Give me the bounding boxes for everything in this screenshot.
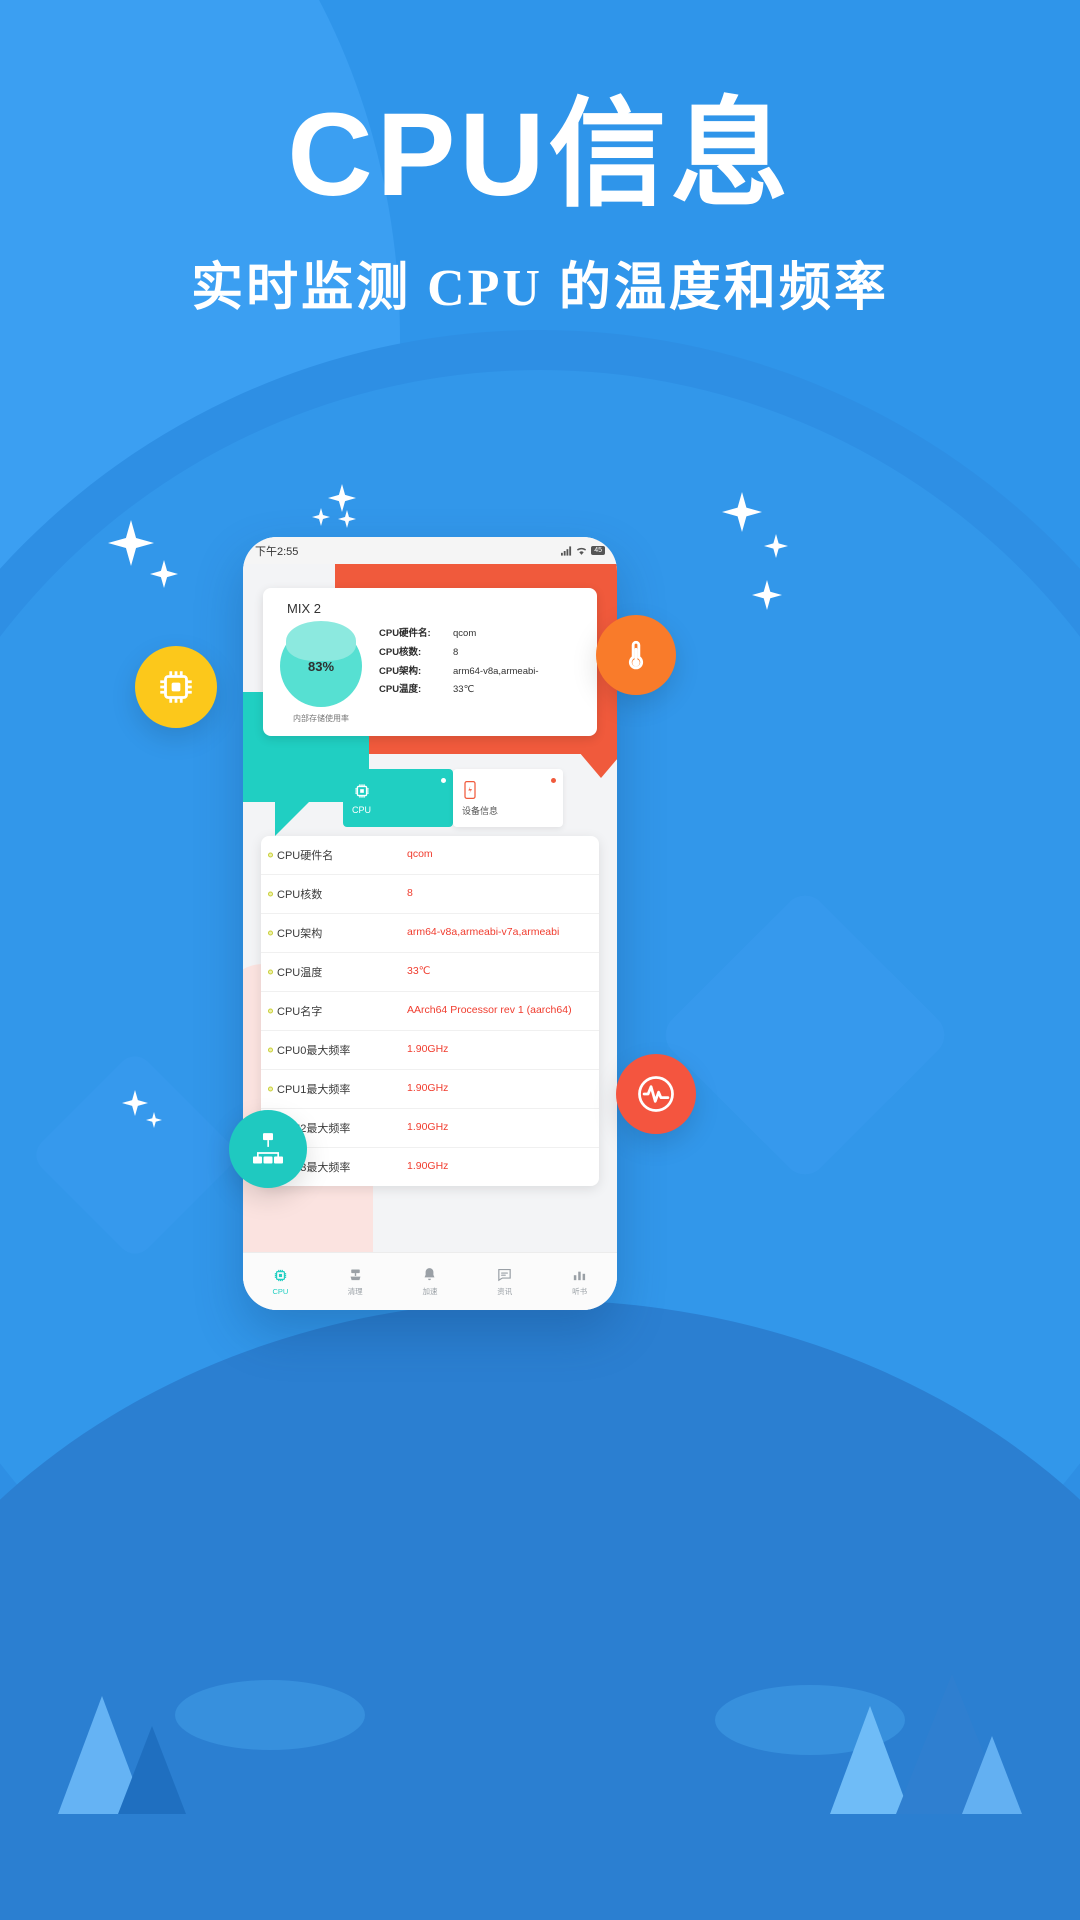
nav-item-boost[interactable]: 加速 xyxy=(393,1253,468,1310)
detail-value: 1.90GHz xyxy=(407,1160,449,1173)
storage-gauge: 83% xyxy=(280,621,362,707)
hierarchy-icon xyxy=(253,1133,283,1164)
chip-icon xyxy=(274,1269,287,1282)
summary-value: 33℃ xyxy=(453,684,475,696)
detail-key: CPU0最大频率 xyxy=(277,1045,351,1057)
wifi-icon xyxy=(577,547,587,555)
cpu-summary-list: CPU硬件名: qcom CPU核数: 8 CPU架构: arm64-v8a,a… xyxy=(379,625,585,724)
storage-gauge-label: 内部存储使用率 xyxy=(293,714,349,723)
page-title: CPU信息 xyxy=(287,89,793,221)
summary-key: CPU温度: xyxy=(379,684,422,696)
bullet-icon xyxy=(268,1047,273,1053)
bg-oval-left xyxy=(175,1680,365,1750)
detail-key: CPU硬件名 xyxy=(277,850,334,862)
message-icon xyxy=(498,1268,512,1282)
bullet-icon xyxy=(268,852,273,858)
summary-value: 8 xyxy=(453,646,459,658)
hierarchy-badge xyxy=(229,1110,307,1188)
detail-key: CPU温度 xyxy=(277,967,323,979)
summary-row: CPU架构: arm64-v8a,armeabi- xyxy=(379,665,585,679)
nav-item-news[interactable]: 资讯 xyxy=(467,1253,542,1310)
list-item[interactable]: CPU名字 AArch64 Processor rev 1 (aarch64) xyxy=(261,992,599,1031)
status-bar-time: 下午2:55 xyxy=(255,545,299,558)
tab-label: 设备信息 xyxy=(462,805,499,816)
summary-key: CPU硬件名: xyxy=(379,628,431,639)
list-item[interactable]: CPU架构 arm64-v8a,armeabi-v7a,armeabi xyxy=(261,914,599,953)
device-icon xyxy=(464,780,476,799)
list-item[interactable]: CPU硬件名 qcom xyxy=(261,836,599,875)
bg-mountain-5 xyxy=(962,1736,1022,1814)
bell-icon xyxy=(425,1268,435,1281)
signal-icon xyxy=(561,545,572,556)
nav-label: 听书 xyxy=(572,1287,588,1296)
cpu-detail-list: CPU硬件名 qcom CPU核数 8 CPU架构 arm64-v8a,arme… xyxy=(261,836,599,1186)
pulse-badge xyxy=(616,1054,696,1134)
storage-percent: 83% xyxy=(307,658,335,674)
storage-gauge-group: 83% 内部存储使用率 xyxy=(275,621,367,724)
tab-strip: CPU 设备信息 xyxy=(343,769,563,827)
bullet-icon xyxy=(268,1008,273,1014)
chip-badge xyxy=(135,646,217,728)
thermometer-icon xyxy=(628,640,644,670)
summary-row: CPU硬件名: qcom xyxy=(379,627,585,641)
bottom-navigation: CPU 清理 加速 资讯 听书 xyxy=(243,1252,617,1310)
list-item[interactable]: CPU核数 8 xyxy=(261,875,599,914)
detail-value: 1.90GHz xyxy=(407,1121,449,1134)
thermometer-badge xyxy=(596,615,676,695)
summary-value: arm64-v8a,armeabi- xyxy=(453,665,539,677)
chart-icon xyxy=(573,1271,586,1281)
detail-value: 8 xyxy=(407,887,413,900)
detail-value: 1.90GHz xyxy=(407,1082,449,1095)
summary-row: CPU温度: 33℃ xyxy=(379,683,585,697)
chip-icon xyxy=(355,784,369,798)
nav-label: CPU xyxy=(272,1287,289,1296)
status-bar: 下午2:55 45 xyxy=(243,537,617,564)
tab-dot-icon xyxy=(551,778,556,783)
nav-label: 加速 xyxy=(422,1287,438,1296)
bg-bottom-arc xyxy=(0,1300,1080,1920)
chip-icon xyxy=(160,671,192,703)
pulse-icon xyxy=(638,1076,674,1112)
detail-key: CPU名字 xyxy=(277,1006,323,1018)
list-item[interactable]: CPU温度 33℃ xyxy=(261,953,599,992)
detail-value: qcom xyxy=(407,848,433,861)
summary-row: CPU核数: 8 xyxy=(379,646,585,660)
broom-icon xyxy=(350,1269,361,1281)
tab-label: CPU xyxy=(352,805,372,815)
detail-value: arm64-v8a,armeabi-v7a,armeabi xyxy=(407,926,560,939)
bg-mountain-2 xyxy=(118,1726,186,1814)
summary-value: qcom xyxy=(453,628,477,639)
nav-label: 清理 xyxy=(347,1287,363,1296)
phone-mockup: 下午2:55 45 MIX 2 83% 内部存储使用率 CPU硬件名: qcom… xyxy=(243,537,617,1310)
bullet-icon xyxy=(268,1086,273,1092)
bullet-icon xyxy=(268,969,273,975)
list-item[interactable]: CPU2最大频率 1.90GHz xyxy=(261,1109,599,1148)
summary-key: CPU核数: xyxy=(379,646,422,658)
phone-screen: MIX 2 83% 内部存储使用率 CPU硬件名: qcom CPU核数: 8 xyxy=(243,564,617,1310)
status-bar-icons: 45 xyxy=(561,545,605,556)
device-name: MIX 2 xyxy=(287,601,321,616)
battery-level: 45 xyxy=(591,546,605,555)
nav-item-clean[interactable]: 清理 xyxy=(318,1253,393,1310)
bullet-icon xyxy=(268,891,273,897)
detail-value: AArch64 Processor rev 1 (aarch64) xyxy=(407,1004,572,1017)
nav-item-cpu[interactable]: CPU xyxy=(243,1253,318,1310)
bullet-icon xyxy=(268,930,273,936)
nav-label: 资讯 xyxy=(497,1287,513,1296)
detail-key: CPU1最大频率 xyxy=(277,1084,351,1096)
tab-device-info[interactable]: 设备信息 xyxy=(453,769,563,827)
summary-key: CPU架构: xyxy=(379,665,422,677)
list-item[interactable]: CPU3最大频率 1.90GHz xyxy=(261,1148,599,1186)
page-subtitle: 实时监测 CPU 的温度和频率 xyxy=(191,260,889,318)
nav-item-audiobook[interactable]: 听书 xyxy=(542,1253,617,1310)
tab-dot-icon xyxy=(441,778,446,783)
list-item[interactable]: CPU1最大频率 1.90GHz xyxy=(261,1070,599,1109)
detail-key: CPU架构 xyxy=(277,928,323,940)
detail-value: 1.90GHz xyxy=(407,1043,449,1056)
tab-cpu[interactable]: CPU xyxy=(343,769,453,827)
detail-value: 33℃ xyxy=(407,965,431,978)
list-item[interactable]: CPU0最大频率 1.90GHz xyxy=(261,1031,599,1070)
detail-key: CPU核数 xyxy=(277,889,323,901)
device-summary-card: MIX 2 83% 内部存储使用率 CPU硬件名: qcom CPU核数: 8 xyxy=(263,588,597,736)
